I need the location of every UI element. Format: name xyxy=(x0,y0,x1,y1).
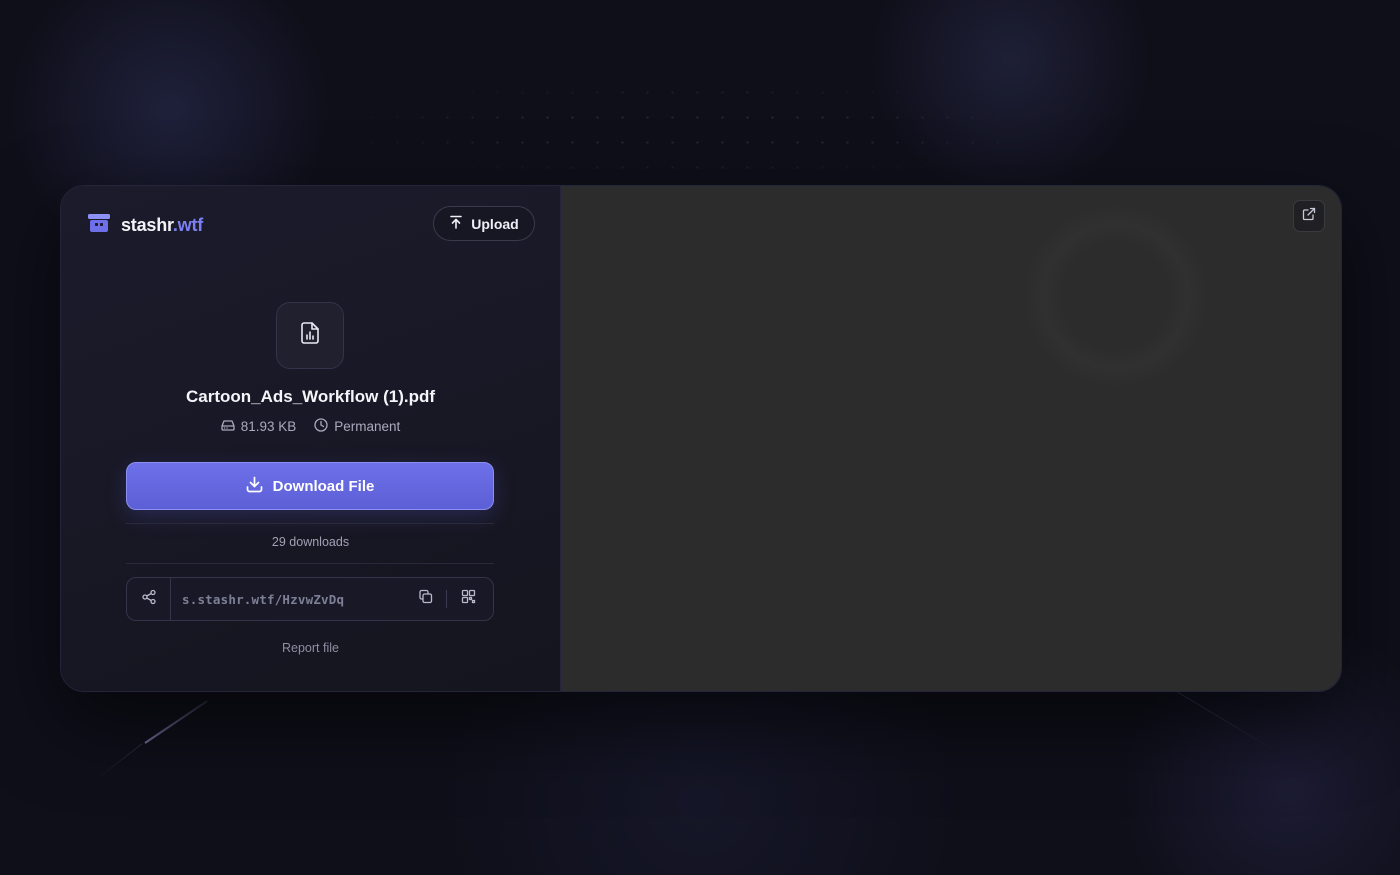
share-url[interactable]: s.stashr.wtf/HzvwZvDq xyxy=(171,592,410,607)
brand-name: stashr.wtf xyxy=(121,215,203,236)
brand-name-main: stashr xyxy=(121,215,173,235)
divider xyxy=(126,563,494,564)
file-size-value: 81.93 KB xyxy=(240,419,297,434)
loading-spinner xyxy=(1021,206,1211,386)
share-icon xyxy=(141,589,157,610)
download-button[interactable]: Download File xyxy=(126,462,494,510)
file-preview-panel xyxy=(561,186,1341,691)
qr-code-icon xyxy=(461,589,476,609)
download-icon xyxy=(246,476,263,497)
file-expiry-value: Permanent xyxy=(334,419,401,434)
external-link-icon xyxy=(1302,207,1316,226)
brand-name-accent: .wtf xyxy=(172,215,204,235)
download-count: 29 downloads xyxy=(271,535,350,549)
brand-logo[interactable]: stashr.wtf xyxy=(87,212,203,239)
dot-grid-decoration xyxy=(360,80,1020,180)
file-meta: 81.93 KB Permanent xyxy=(61,418,560,435)
arrow-up-icon xyxy=(449,215,463,232)
open-external-button[interactable] xyxy=(1293,200,1325,232)
hard-drive-icon xyxy=(221,419,235,434)
file-name: Cartoon_Ads_Workflow (1).pdf xyxy=(185,387,436,406)
file-card: stashr.wtf Upload Cartoon_Ads_Workflow (… xyxy=(60,185,1342,692)
copy-link-button[interactable] xyxy=(410,584,440,614)
report-file-link[interactable]: Report file xyxy=(61,641,560,655)
file-type-badge xyxy=(276,302,344,369)
download-label: Download File xyxy=(272,477,375,495)
share-link-box: s.stashr.wtf/HzvwZvDq xyxy=(126,577,494,621)
file-info-panel: stashr.wtf Upload Cartoon_Ads_Workflow (… xyxy=(61,186,561,691)
separator xyxy=(446,590,447,608)
copy-icon xyxy=(418,589,433,609)
file-size: 81.93 KB xyxy=(221,419,297,434)
box-icon xyxy=(87,212,111,239)
file-expiry: Permanent xyxy=(314,418,400,435)
divider xyxy=(126,523,494,524)
clock-icon xyxy=(314,418,328,435)
share-button[interactable] xyxy=(127,578,171,620)
upload-label: Upload xyxy=(471,215,519,232)
file-chart-icon xyxy=(299,321,321,350)
upload-button[interactable]: Upload xyxy=(433,206,535,241)
qr-code-button[interactable] xyxy=(453,584,483,614)
